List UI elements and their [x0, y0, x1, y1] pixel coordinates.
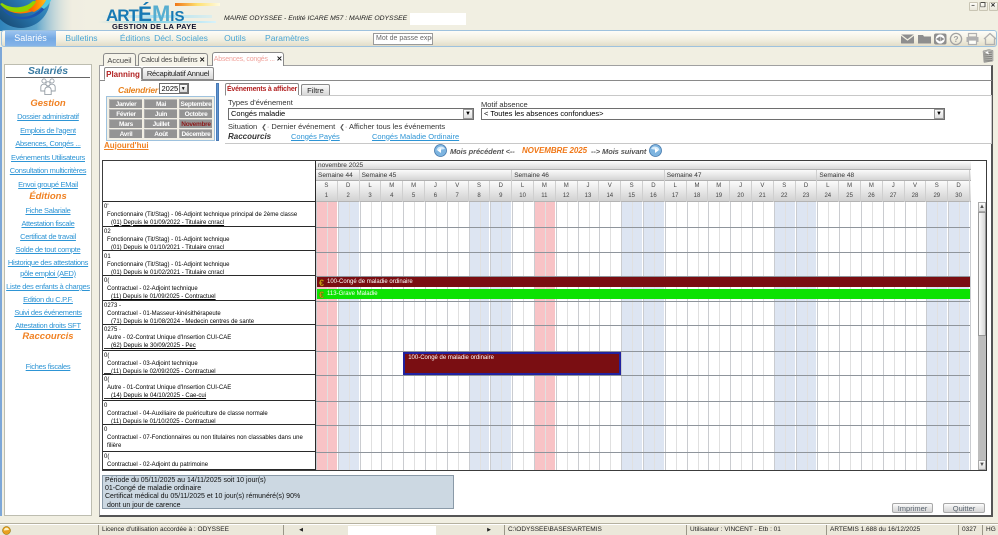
svg-text:?: ?	[953, 34, 958, 44]
svg-text:€: €	[319, 278, 324, 287]
svg-text:€: €	[319, 290, 324, 299]
